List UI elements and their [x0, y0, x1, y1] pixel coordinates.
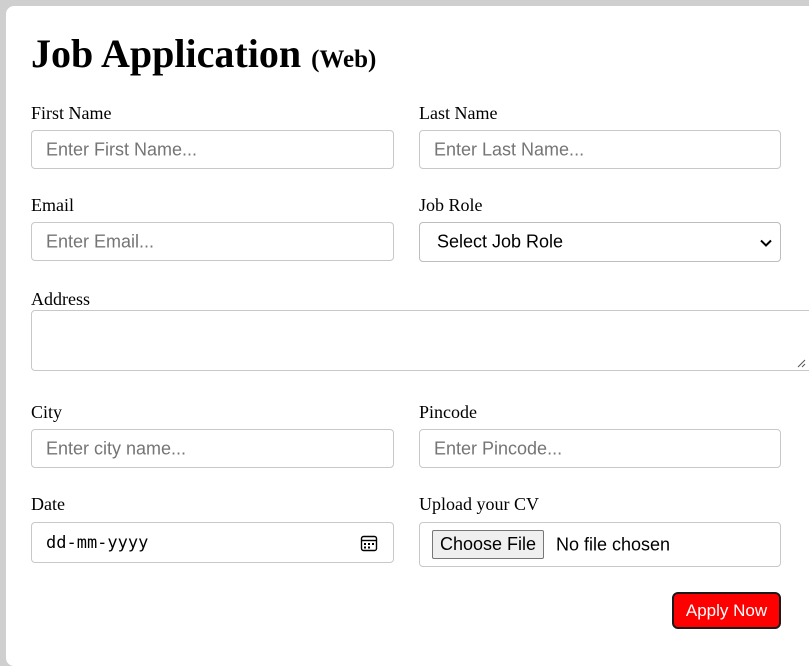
email-label: Email: [31, 195, 74, 215]
email-placeholder: Enter Email...: [46, 231, 155, 251]
address-textarea[interactable]: [31, 310, 809, 371]
first-name-placeholder: Enter First Name...: [46, 139, 198, 159]
last-name-label: Last Name: [419, 103, 498, 123]
date-input[interactable]: dd-mm-yyyy: [31, 522, 394, 563]
email-input[interactable]: Enter Email...: [31, 222, 394, 261]
cv-upload-field: Choose File No file chosen: [419, 522, 781, 567]
pincode-input[interactable]: Enter Pincode...: [419, 429, 781, 468]
job-role-select[interactable]: Select Job Role: [419, 222, 781, 262]
page-title: Job Application (Web): [31, 31, 376, 83]
city-label: City: [31, 402, 63, 422]
last-name-input[interactable]: Enter Last Name...: [419, 130, 781, 169]
chevron-down-icon: [760, 239, 772, 247]
city-input[interactable]: Enter city name...: [31, 429, 394, 468]
address-label: Address: [31, 289, 90, 309]
cv-upload-label: Upload your CV: [419, 494, 539, 514]
city-placeholder: Enter city name...: [46, 438, 187, 458]
pincode-label: Pincode: [419, 402, 477, 422]
first-name-input[interactable]: Enter First Name...: [31, 130, 394, 169]
resize-handle-icon[interactable]: [796, 358, 806, 368]
choose-file-button[interactable]: Choose File: [432, 530, 545, 559]
calendar-icon[interactable]: [360, 534, 378, 552]
job-role-selected: Select Job Role: [437, 231, 564, 252]
title-text: Job Application: [31, 31, 302, 76]
apply-now-button[interactable]: Apply Now: [672, 592, 781, 629]
pincode-placeholder: Enter Pincode...: [434, 438, 563, 458]
job-role-label: Job Role: [419, 195, 483, 215]
file-status-text: No file chosen: [556, 534, 671, 554]
last-name-placeholder: Enter Last Name...: [434, 139, 585, 159]
date-placeholder: dd-mm-yyyy: [46, 532, 149, 553]
date-label: Date: [31, 494, 65, 514]
first-name-label: First Name: [31, 103, 112, 123]
title-subtitle: (Web): [311, 46, 377, 73]
